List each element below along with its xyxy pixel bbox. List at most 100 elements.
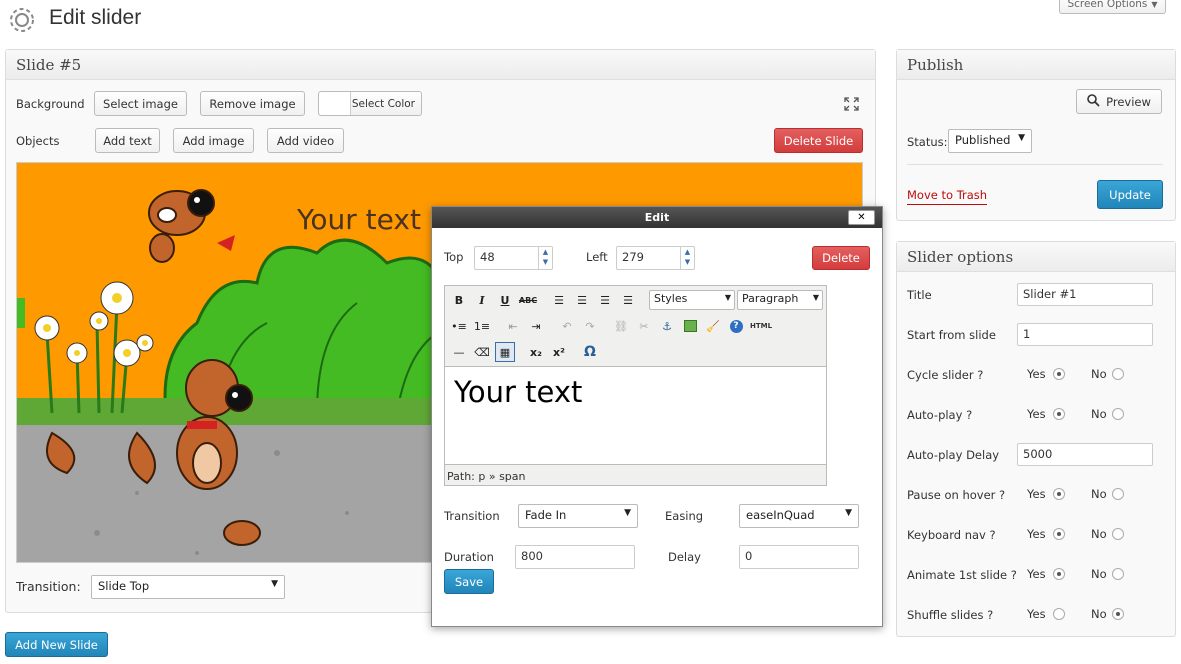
add-image-button[interactable]: Add image [173, 128, 254, 153]
horizontal-rule-icon[interactable]: — [449, 342, 469, 362]
html-button[interactable]: HTML [749, 316, 773, 336]
special-character-button[interactable]: Ω [580, 342, 600, 362]
left-stepper[interactable]: ▲ ▼ [680, 247, 694, 269]
left-input[interactable]: 279 ▲ ▼ [616, 246, 695, 270]
styles-select[interactable]: Styles ▼ [649, 290, 735, 310]
status-select[interactable]: Published ▼ [948, 129, 1032, 153]
animate-yes-label: Yes [1027, 567, 1046, 581]
superscript-button[interactable]: x² [549, 342, 569, 362]
canvas-text[interactable]: Your text [297, 203, 421, 236]
search-icon [1087, 93, 1100, 110]
add-text-button[interactable]: Add text [95, 128, 160, 153]
delay-input[interactable]: 0 [739, 545, 859, 569]
move-to-trash-link[interactable]: Move to Trash [907, 188, 988, 205]
easing-select[interactable]: easeInQuad ▼ [739, 504, 859, 528]
top-stepper[interactable]: ▲ ▼ [538, 247, 552, 269]
keyboard-yes-label: Yes [1027, 527, 1046, 541]
unlink-icon[interactable]: ✂ [634, 316, 654, 336]
dialog-titlebar: Edit ✕ [432, 207, 882, 228]
start-slide-input[interactable]: 1 [1017, 323, 1153, 346]
image-icon[interactable] [680, 316, 700, 336]
align-center-icon[interactable]: ☰ [572, 290, 592, 310]
publish-divider [907, 164, 1163, 165]
update-button[interactable]: Update [1097, 180, 1163, 209]
link-icon[interactable]: ⛓ [611, 316, 631, 336]
close-icon[interactable]: ✕ [848, 210, 875, 225]
delete-slide-button[interactable]: Delete Slide [774, 128, 863, 153]
bullet-list-icon[interactable]: •≡ [449, 316, 469, 336]
duration-label: Duration [444, 550, 494, 564]
select-image-button[interactable]: Select image [94, 91, 187, 116]
cycle-no-radio[interactable] [1112, 368, 1124, 380]
table-icon[interactable]: ▦ [495, 342, 515, 362]
autoplay-yes-radio[interactable] [1053, 408, 1065, 420]
publish-heading: Publish [897, 50, 1175, 80]
align-justify-icon[interactable]: ☰ [618, 290, 638, 310]
slide-transition-select[interactable]: Slide Top ▼ [91, 575, 285, 599]
select-color-button[interactable]: Select Color [318, 91, 422, 116]
pause-no-radio[interactable] [1112, 488, 1124, 500]
top-input[interactable]: 48 ▲ ▼ [474, 246, 553, 270]
autoplay-label: Auto-play ? [907, 408, 973, 422]
add-new-slide-button[interactable]: Add New Slide [5, 632, 108, 657]
help-icon[interactable]: ? [726, 316, 746, 336]
animate-yes-radio[interactable] [1053, 568, 1065, 580]
outdent-icon[interactable]: ⇤ [503, 316, 523, 336]
underline-button[interactable]: U [495, 290, 515, 310]
strikethrough-button[interactable]: ABC [518, 290, 538, 310]
slide-heading: Slide #5 [6, 50, 875, 80]
shuffle-yes-radio[interactable] [1053, 608, 1065, 620]
page-title: Edit slider [49, 6, 142, 29]
shuffle-no-label: No [1091, 607, 1107, 621]
editor-content[interactable]: Your text [445, 366, 826, 465]
keyboard-yes-radio[interactable] [1053, 528, 1065, 540]
save-button[interactable]: Save [444, 569, 494, 594]
screen-options-button[interactable]: Screen Options ▼ [1059, 0, 1166, 14]
title-label: Title [907, 288, 932, 302]
duration-input[interactable]: 800 [515, 545, 635, 569]
add-video-button[interactable]: Add video [267, 128, 344, 153]
anchor-icon[interactable]: ⚓ [657, 316, 677, 336]
top-label: Top [444, 250, 464, 264]
italic-button[interactable]: I [472, 290, 492, 310]
chevron-down-icon: ▼ [845, 508, 852, 518]
redo-icon[interactable]: ↷ [580, 316, 600, 336]
autoplay-no-radio[interactable] [1112, 408, 1124, 420]
gear-icon [6, 4, 38, 36]
pause-yes-radio[interactable] [1053, 488, 1065, 500]
keyboard-no-radio[interactable] [1112, 528, 1124, 540]
background-label: Background [16, 97, 85, 111]
chevron-down-icon: ▼ [724, 293, 731, 302]
animate-label: Animate 1st slide ? [907, 568, 1017, 582]
align-right-icon[interactable]: ☰ [595, 290, 615, 310]
subscript-button[interactable]: x₂ [526, 342, 546, 362]
paragraph-select[interactable]: Paragraph ▼ [737, 290, 823, 310]
cleanup-icon[interactable]: 🧹 [703, 316, 723, 336]
align-left-icon[interactable]: ☰ [549, 290, 569, 310]
autoplay-delay-input[interactable]: 5000 [1017, 443, 1153, 466]
fullscreen-icon[interactable] [844, 97, 859, 111]
options-heading: Slider options [897, 242, 1175, 272]
preview-button[interactable]: Preview [1076, 89, 1162, 114]
title-input[interactable]: Slider #1 [1017, 283, 1153, 306]
shuffle-no-radio[interactable] [1112, 608, 1124, 620]
numbered-list-icon[interactable]: 1≡ [472, 316, 492, 336]
status-label: Status: [907, 135, 948, 149]
bold-button[interactable]: B [449, 290, 469, 310]
indent-icon[interactable]: ⇥ [526, 316, 546, 336]
undo-icon[interactable]: ↶ [557, 316, 577, 336]
color-swatch [319, 92, 351, 115]
shuffle-yes-label: Yes [1027, 607, 1046, 621]
dialog-delete-button[interactable]: Delete [812, 246, 870, 270]
easing-label: Easing [665, 509, 704, 523]
remove-image-button[interactable]: Remove image [200, 91, 305, 116]
animate-no-radio[interactable] [1112, 568, 1124, 580]
eraser-icon[interactable]: ⌫ [472, 342, 492, 362]
keyboard-label: Keyboard nav ? [907, 528, 996, 542]
dialog-transition-select[interactable]: Fade In ▼ [518, 504, 638, 528]
cycle-yes-radio[interactable] [1053, 368, 1065, 380]
editor-path: Path: p » span [447, 470, 526, 483]
transition-label: Transition: [16, 579, 81, 594]
left-label: Left [586, 250, 608, 264]
editor-text: Your text [454, 375, 583, 409]
